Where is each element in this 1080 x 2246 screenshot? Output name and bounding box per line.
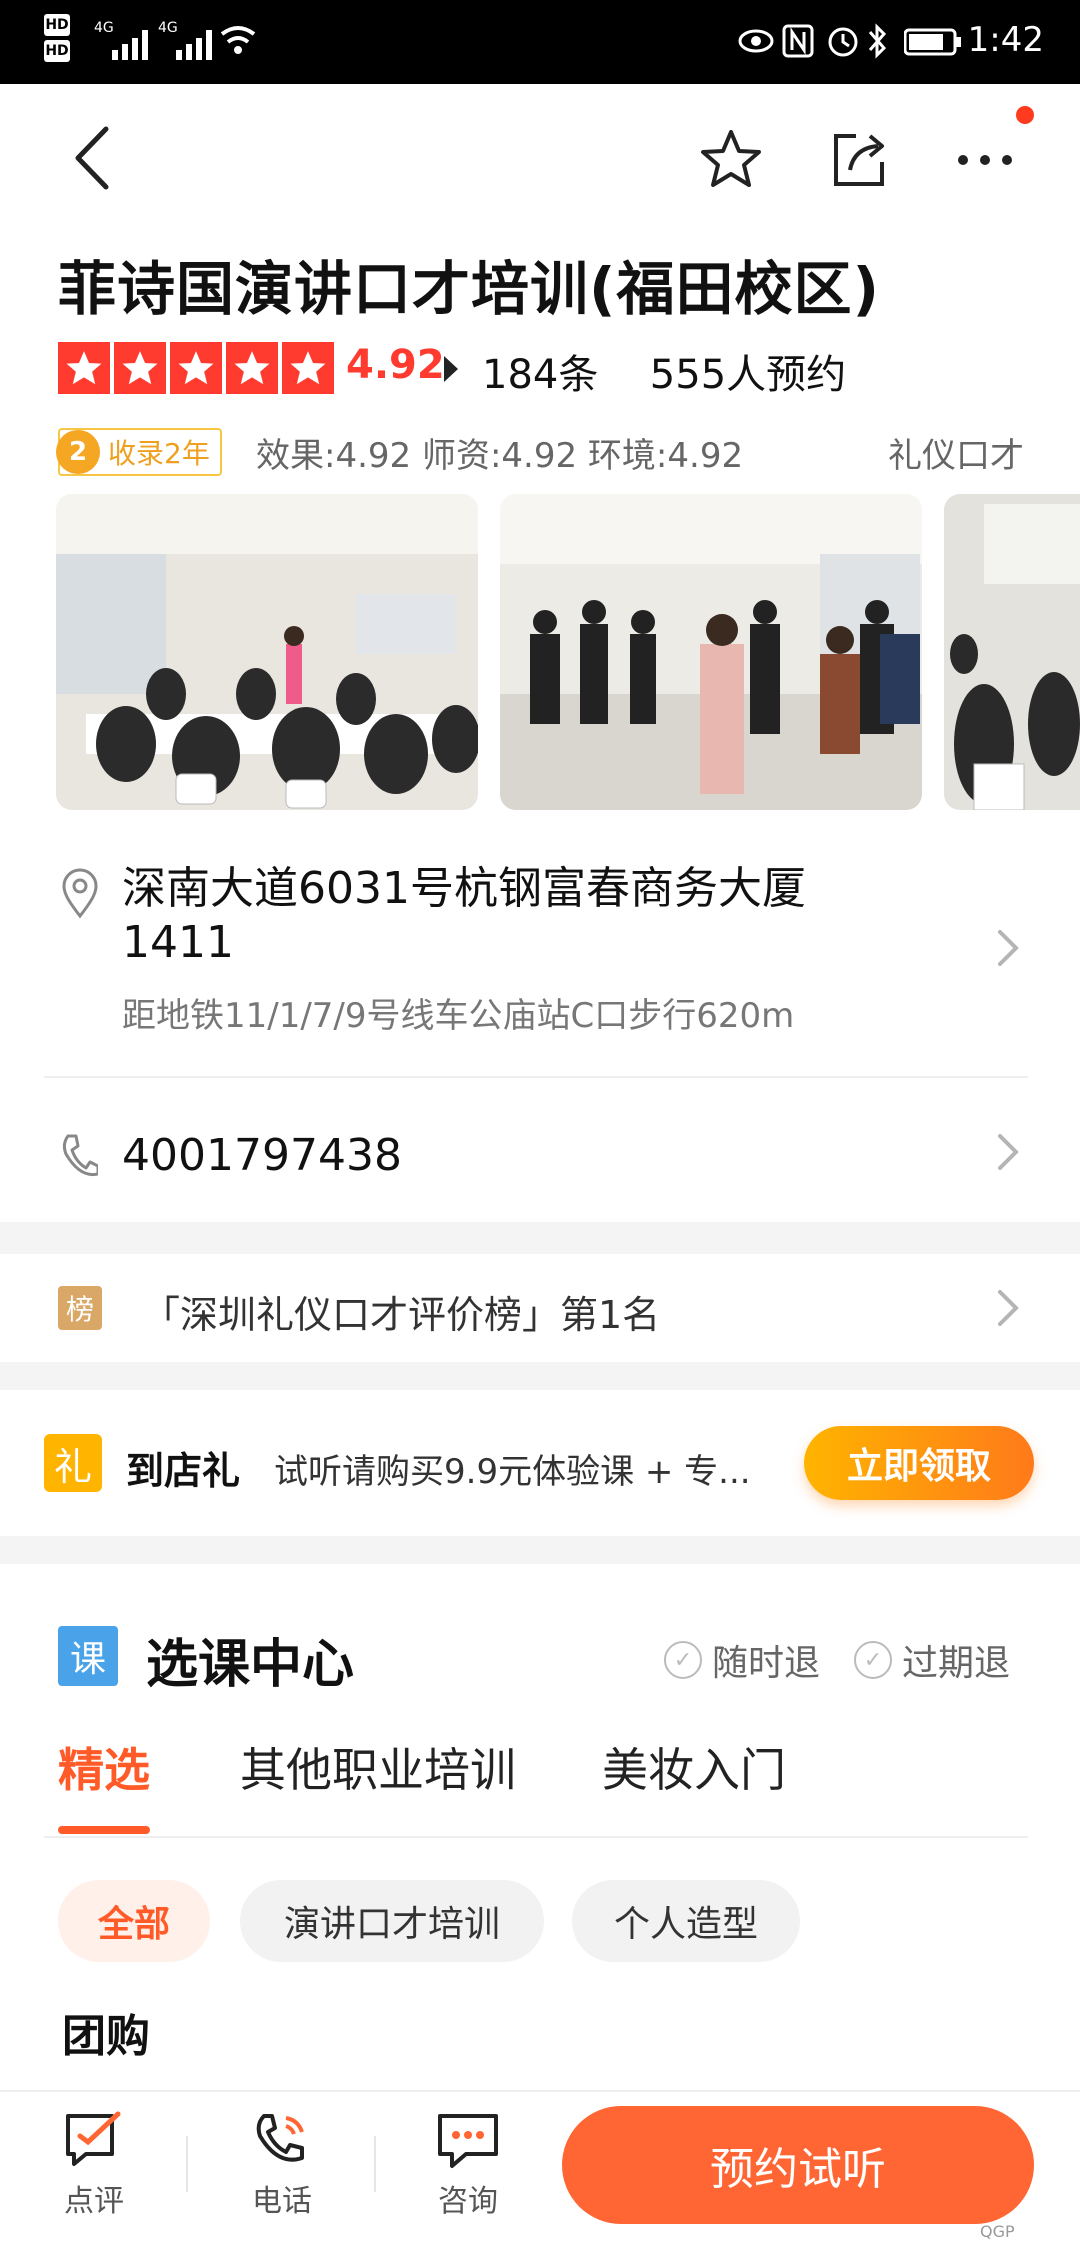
divider	[44, 1836, 1028, 1838]
group-buy-heading: 团购	[62, 2011, 150, 2062]
more-button[interactable]	[950, 130, 1020, 190]
ranking-badge-icon: 榜	[58, 1286, 102, 1330]
check-circle-icon: ✓	[854, 1641, 892, 1679]
star-icon	[701, 130, 761, 187]
course-icon: 课	[58, 1626, 118, 1686]
section-gap	[0, 1222, 1080, 1254]
active-tab-indicator	[58, 1826, 150, 1834]
star-rating	[58, 342, 334, 394]
gift-icon: 礼	[44, 1434, 102, 1492]
back-button[interactable]	[62, 118, 122, 198]
rating-star-icon	[170, 342, 222, 394]
chip-all[interactable]: 全部	[58, 1880, 210, 1962]
call-label: 电话	[252, 2184, 312, 2219]
listed-years-badge: 2 收录2年	[56, 428, 222, 476]
divider	[374, 2136, 376, 2192]
divider	[44, 1076, 1028, 1078]
share-icon	[834, 134, 884, 186]
chevron-left-icon	[75, 126, 109, 190]
signal-icon: 4G	[94, 18, 148, 66]
favorite-button[interactable]	[696, 124, 766, 194]
sub-scores: 效果:4.92 师资:4.92 环境:4.92	[256, 436, 744, 476]
photo-1[interactable]	[56, 494, 478, 810]
battery-icon	[903, 28, 962, 60]
rating-star-icon	[282, 342, 334, 394]
signal-icon-2: 4G	[158, 18, 212, 66]
ranking-text[interactable]: 「深圳礼仪口才评价榜」第1名	[142, 1284, 660, 1339]
rating-star-icon	[114, 342, 166, 394]
status-time: 1:42	[967, 20, 1044, 60]
book-trial-button[interactable]: 预约试听	[562, 2106, 1034, 2224]
rating-star-icon	[226, 342, 278, 394]
chip-personal-styling[interactable]: 个人造型	[572, 1880, 800, 1962]
triangle-right-icon	[442, 354, 460, 388]
metro-distance: 距地铁11/1/7/9号线车公庙站C口步行620m	[122, 996, 795, 1036]
gift-description[interactable]: 试听请购买9.9元体验课 + 专...	[274, 1444, 751, 1493]
nfc-icon	[782, 24, 814, 62]
section-gap	[0, 1362, 1080, 1390]
chip-speech-training[interactable]: 演讲口才培训	[240, 1880, 544, 1962]
guarantee-refund-anytime: ✓ 随时退	[664, 1634, 820, 1686]
shop-title: 菲诗国演讲口才培训(福田校区)	[58, 255, 881, 323]
phone-number[interactable]: 4001797438	[122, 1130, 402, 1181]
badge-number: 2	[56, 430, 100, 474]
course-center-title: 选课中心	[146, 1635, 355, 1695]
tab-other-vocational[interactable]: 其他职业培训	[240, 1734, 516, 1800]
claim-gift-button[interactable]: 立即领取	[804, 1426, 1034, 1500]
phone-icon	[58, 1132, 100, 1184]
rating-star-icon	[58, 342, 110, 394]
review-count-and-bookings[interactable]: 184条 555人预约	[482, 342, 846, 400]
wifi-icon	[218, 22, 258, 62]
tab-featured[interactable]: 精选	[58, 1734, 150, 1800]
shop-category: 礼仪口才	[888, 436, 1024, 476]
address-text[interactable]: 深南大道6031号杭钢富春商务大厦 1411	[122, 862, 882, 970]
check-circle-icon: ✓	[664, 1641, 702, 1679]
photo-3[interactable]	[944, 494, 1080, 810]
section-gap	[0, 1536, 1080, 1564]
photo-2[interactable]	[500, 494, 922, 810]
gift-title: 到店礼	[126, 1449, 241, 1493]
bluetooth-icon	[866, 22, 888, 64]
chat-icon	[438, 2114, 498, 2168]
svg-text:4G: 4G	[158, 20, 178, 36]
watermark: QGP	[980, 2222, 1015, 2241]
address-line-1: 深南大道6031号杭钢富春商务大厦	[122, 863, 806, 914]
review-button[interactable]: 点评	[34, 2110, 154, 2220]
call-button[interactable]: 电话	[222, 2110, 342, 2220]
address-line-2: 1411	[122, 917, 234, 968]
edit-review-icon	[66, 2111, 121, 2166]
consult-button[interactable]: 咨询	[408, 2110, 528, 2220]
eye-icon	[738, 26, 774, 60]
chevron-right-icon[interactable]	[996, 1288, 1020, 1332]
notification-dot	[1016, 106, 1034, 124]
chevron-right-icon[interactable]	[996, 1132, 1020, 1176]
review-label: 点评	[64, 2184, 124, 2219]
guarantee-refund-expired: ✓ 过期退	[854, 1634, 1010, 1686]
more-icon	[958, 155, 1012, 165]
consult-label: 咨询	[438, 2184, 498, 2219]
svg-text:4G: 4G	[94, 20, 114, 36]
rating-score[interactable]: 4.92	[346, 342, 445, 388]
booking-count: 555人预约	[649, 352, 847, 398]
divider	[186, 2136, 188, 2192]
review-count: 184条	[482, 352, 599, 398]
chevron-right-icon[interactable]	[996, 928, 1020, 972]
badge-text: 收录2年	[108, 437, 210, 470]
alarm-icon	[826, 24, 860, 62]
hd-icon: HD HD	[44, 14, 70, 64]
share-button[interactable]	[824, 124, 894, 194]
phone-call-icon	[256, 2114, 304, 2162]
location-pin-icon	[60, 868, 100, 924]
status-bar: HD HD 4G 4G 1:42	[0, 0, 1080, 84]
tab-makeup[interactable]: 美妆入门	[602, 1734, 786, 1800]
